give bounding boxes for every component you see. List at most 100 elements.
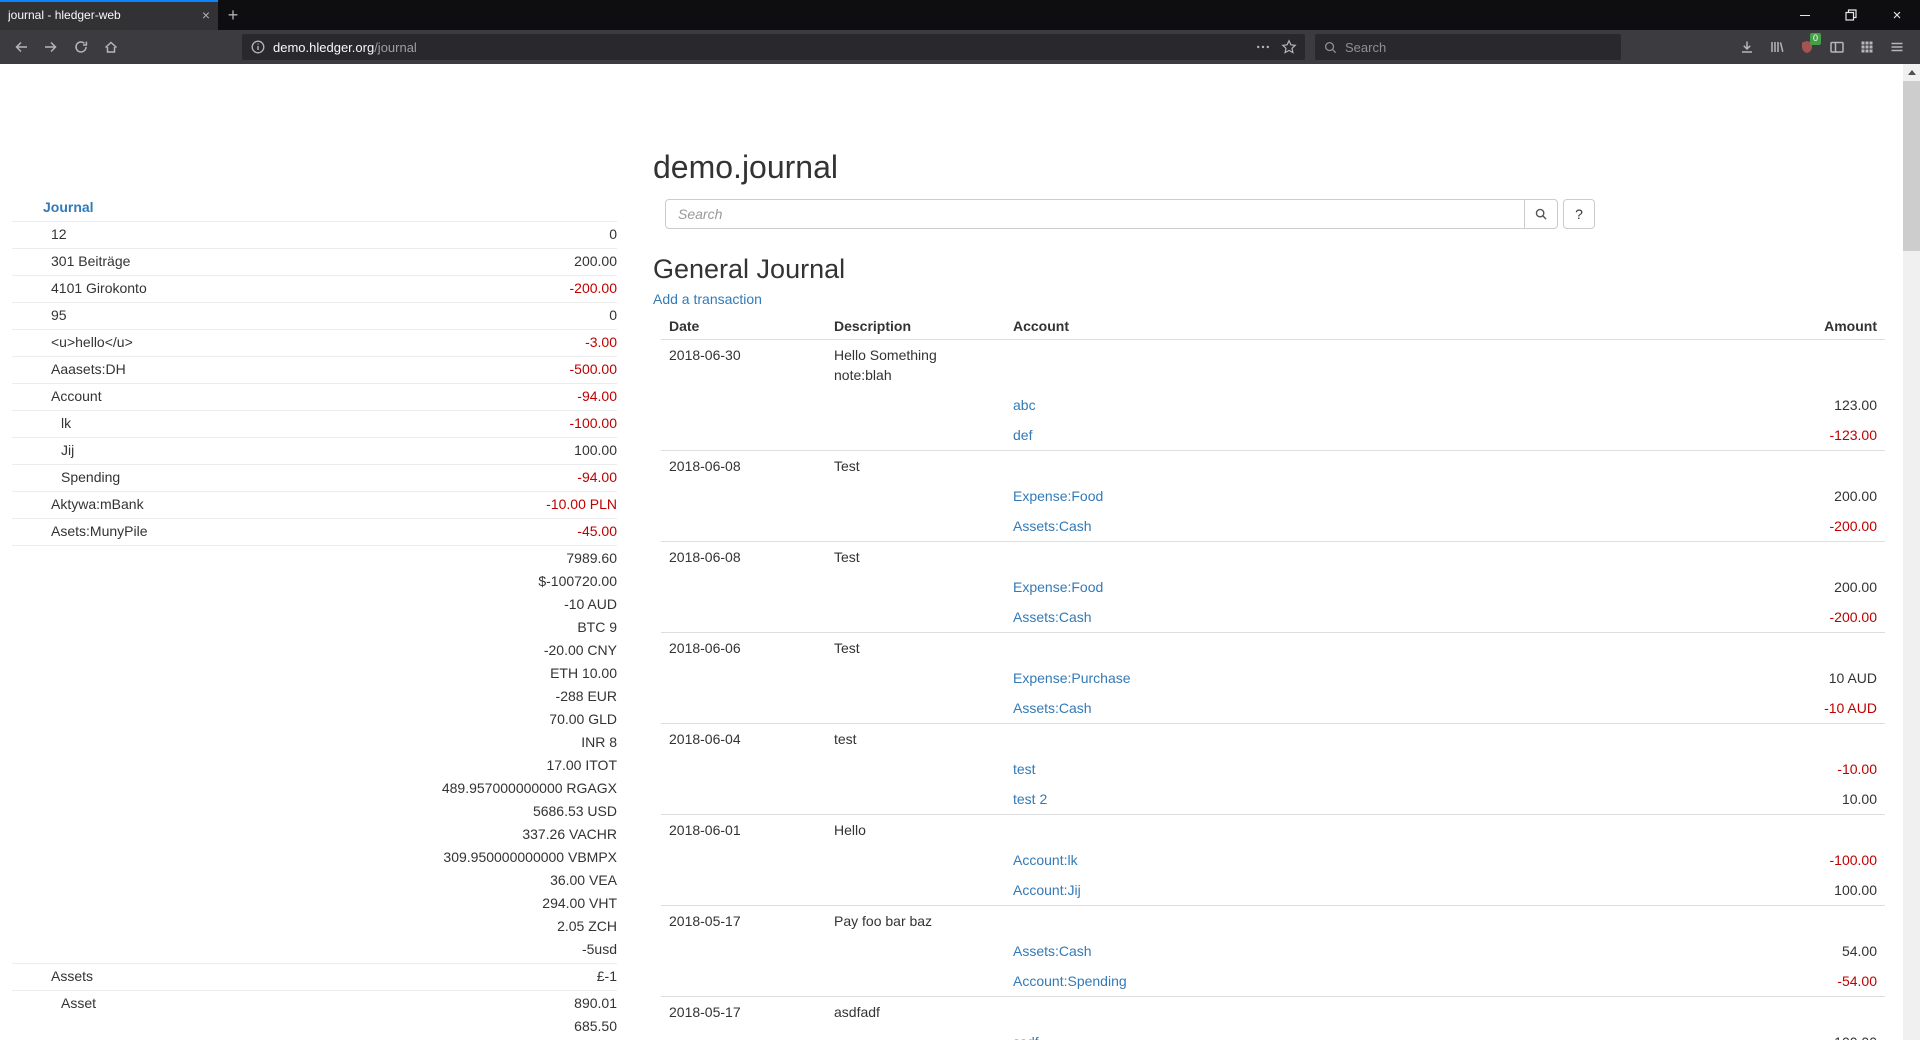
posting-account-link[interactable]: Account:Jij: [1013, 882, 1081, 898]
posting-account-link[interactable]: Assets:Cash: [1013, 609, 1092, 625]
sidebar-account-link[interactable]: Aaasets:DH: [12, 358, 126, 381]
posting-account-link[interactable]: Assets:Cash: [1013, 700, 1092, 716]
sidebar-account-balance: 0: [609, 223, 617, 246]
sidebar-account-link[interactable]: 301 Beiträge: [12, 250, 130, 273]
posting-account-link[interactable]: Account:Spending: [1013, 973, 1127, 989]
cell-spacer: [826, 875, 1005, 906]
search-input[interactable]: [665, 199, 1525, 229]
cell-spacer: [1005, 905, 1605, 936]
cell-spacer: [1605, 996, 1885, 1027]
cell-spacer: [826, 784, 1005, 815]
sidebar-account-link[interactable]: lk: [12, 412, 71, 435]
add-transaction-link[interactable]: Add a transaction: [653, 291, 762, 307]
close-icon: ×: [1893, 8, 1902, 23]
menu-button[interactable]: [1882, 33, 1912, 61]
posting-account-link[interactable]: abc: [1013, 397, 1036, 413]
cell-spacer: [1005, 723, 1605, 754]
sidebar-account-link[interactable]: 4101 Girokonto: [12, 277, 147, 300]
posting-account-link[interactable]: Assets:Cash: [1013, 943, 1092, 959]
apps-grid-button[interactable]: [1852, 33, 1882, 61]
new-tab-button[interactable]: +: [218, 0, 248, 30]
posting-row: Expense:Purchase10 AUD: [661, 663, 1885, 693]
reload-button[interactable]: [66, 33, 96, 61]
transaction-description: asdfadf: [826, 996, 1005, 1027]
posting-account-cell: test: [1005, 754, 1605, 784]
page-scrollbar[interactable]: [1903, 64, 1920, 1040]
sidebar-account-row: Assets £-1: [12, 963, 617, 990]
window-minimize-button[interactable]: [1782, 0, 1828, 30]
sidebar-account-link[interactable]: 12: [12, 223, 67, 246]
balance-amount: 7989.60: [442, 547, 617, 570]
sidebar-account-link[interactable]: [12, 547, 51, 961]
reload-icon: [73, 39, 89, 55]
posting-row: Expense:Food200.00: [661, 481, 1885, 511]
bookmark-star-icon[interactable]: [1281, 39, 1297, 55]
posting-account-link[interactable]: test: [1013, 761, 1036, 777]
url-bar[interactable]: demo.hledger.org/journal: [242, 34, 1305, 60]
sidebar-account-link[interactable]: Jij: [12, 439, 74, 462]
home-button[interactable]: [96, 33, 126, 61]
cell-spacer: [661, 966, 826, 997]
transaction-date: 2018-05-17: [661, 996, 826, 1027]
sidebar-account-link[interactable]: <u>hello</u>: [12, 331, 133, 354]
posting-account-link[interactable]: Expense:Food: [1013, 488, 1103, 504]
posting-account-link[interactable]: def: [1013, 427, 1032, 443]
sidebar-account-link[interactable]: Asset: [12, 992, 96, 1040]
posting-account-cell: Assets:Cash: [1005, 936, 1605, 966]
sidebar-account-balance: 7989.60$-100720.00-10 AUDBTC 9-20.00 CNY…: [442, 547, 617, 961]
header-description: Description: [826, 315, 1005, 340]
sidebar-journal-link[interactable]: Journal: [12, 194, 617, 221]
sidebar-account-balance: -500.00: [570, 358, 617, 381]
cell-spacer: [1005, 450, 1605, 481]
tab-close-icon[interactable]: ×: [202, 7, 210, 23]
adblock-extension-button[interactable]: 0: [1792, 33, 1822, 61]
posting-amount: -100.00: [1605, 845, 1885, 875]
scrollbar-thumb[interactable]: [1903, 81, 1920, 251]
transaction-description: Hello Something note:blah: [826, 339, 1005, 390]
downloads-button[interactable]: [1732, 33, 1762, 61]
posting-account-link[interactable]: Assets:Cash: [1013, 518, 1092, 534]
page-actions-icon[interactable]: [1255, 39, 1271, 55]
sidebar-account-link[interactable]: Aktywa:mBank: [12, 493, 144, 516]
posting-account-link[interactable]: test 2: [1013, 791, 1047, 807]
balance-amount: -10.00 PLN: [546, 493, 617, 516]
back-button[interactable]: [6, 33, 36, 61]
posting-amount: 100.00: [1605, 1027, 1885, 1040]
posting-account-link[interactable]: ssdf: [1013, 1034, 1039, 1040]
posting-amount: 200.00: [1605, 572, 1885, 602]
sidebar-account-row: 301 Beiträge200.00: [12, 248, 617, 275]
window-close-button[interactable]: ×: [1874, 0, 1920, 30]
posting-row: Account:Spending-54.00: [661, 966, 1885, 997]
transaction-description: Pay foo bar baz: [826, 905, 1005, 936]
posting-account-link[interactable]: Account:lk: [1013, 852, 1078, 868]
scrollbar-up-arrow[interactable]: [1903, 64, 1920, 81]
sidebar-account-link[interactable]: Account: [12, 385, 102, 408]
cell-spacer: [661, 845, 826, 875]
posting-row: Assets:Cash-200.00: [661, 511, 1885, 542]
sidebar-toggle-button[interactable]: [1822, 33, 1852, 61]
sidebar-account-link[interactable]: 95: [12, 304, 67, 327]
cell-spacer: [661, 511, 826, 542]
search-submit-button[interactable]: [1524, 199, 1558, 229]
sidebar-account-balance: -200.00: [570, 277, 617, 300]
sidebar-account-link[interactable]: Assets: [12, 965, 93, 988]
posting-account-cell: Assets:Cash: [1005, 511, 1605, 542]
window-restore-button[interactable]: [1828, 0, 1874, 30]
sidebar-account-link[interactable]: Asets:MunyPile: [12, 520, 147, 543]
posting-row: Assets:Cash-200.00: [661, 602, 1885, 633]
sidebar-account-link[interactable]: Spending: [12, 466, 120, 489]
search-help-button[interactable]: ?: [1563, 199, 1595, 229]
forward-button[interactable]: [36, 33, 66, 61]
browser-search-bar[interactable]: Search: [1315, 34, 1621, 60]
posting-account-cell: ssdf: [1005, 1027, 1605, 1040]
library-button[interactable]: [1762, 33, 1792, 61]
posting-account-link[interactable]: Expense:Food: [1013, 579, 1103, 595]
cell-spacer: [826, 481, 1005, 511]
cell-spacer: [661, 1027, 826, 1040]
posting-account-link[interactable]: Expense:Purchase: [1013, 670, 1131, 686]
site-info-icon[interactable]: [250, 39, 266, 55]
transaction-date: 2018-06-01: [661, 814, 826, 845]
tab-journal[interactable]: journal - hledger-web ×: [0, 0, 218, 30]
balance-amount: £-1: [597, 965, 617, 988]
sidebar-account-row: 7989.60$-100720.00-10 AUDBTC 9-20.00 CNY…: [12, 545, 617, 963]
